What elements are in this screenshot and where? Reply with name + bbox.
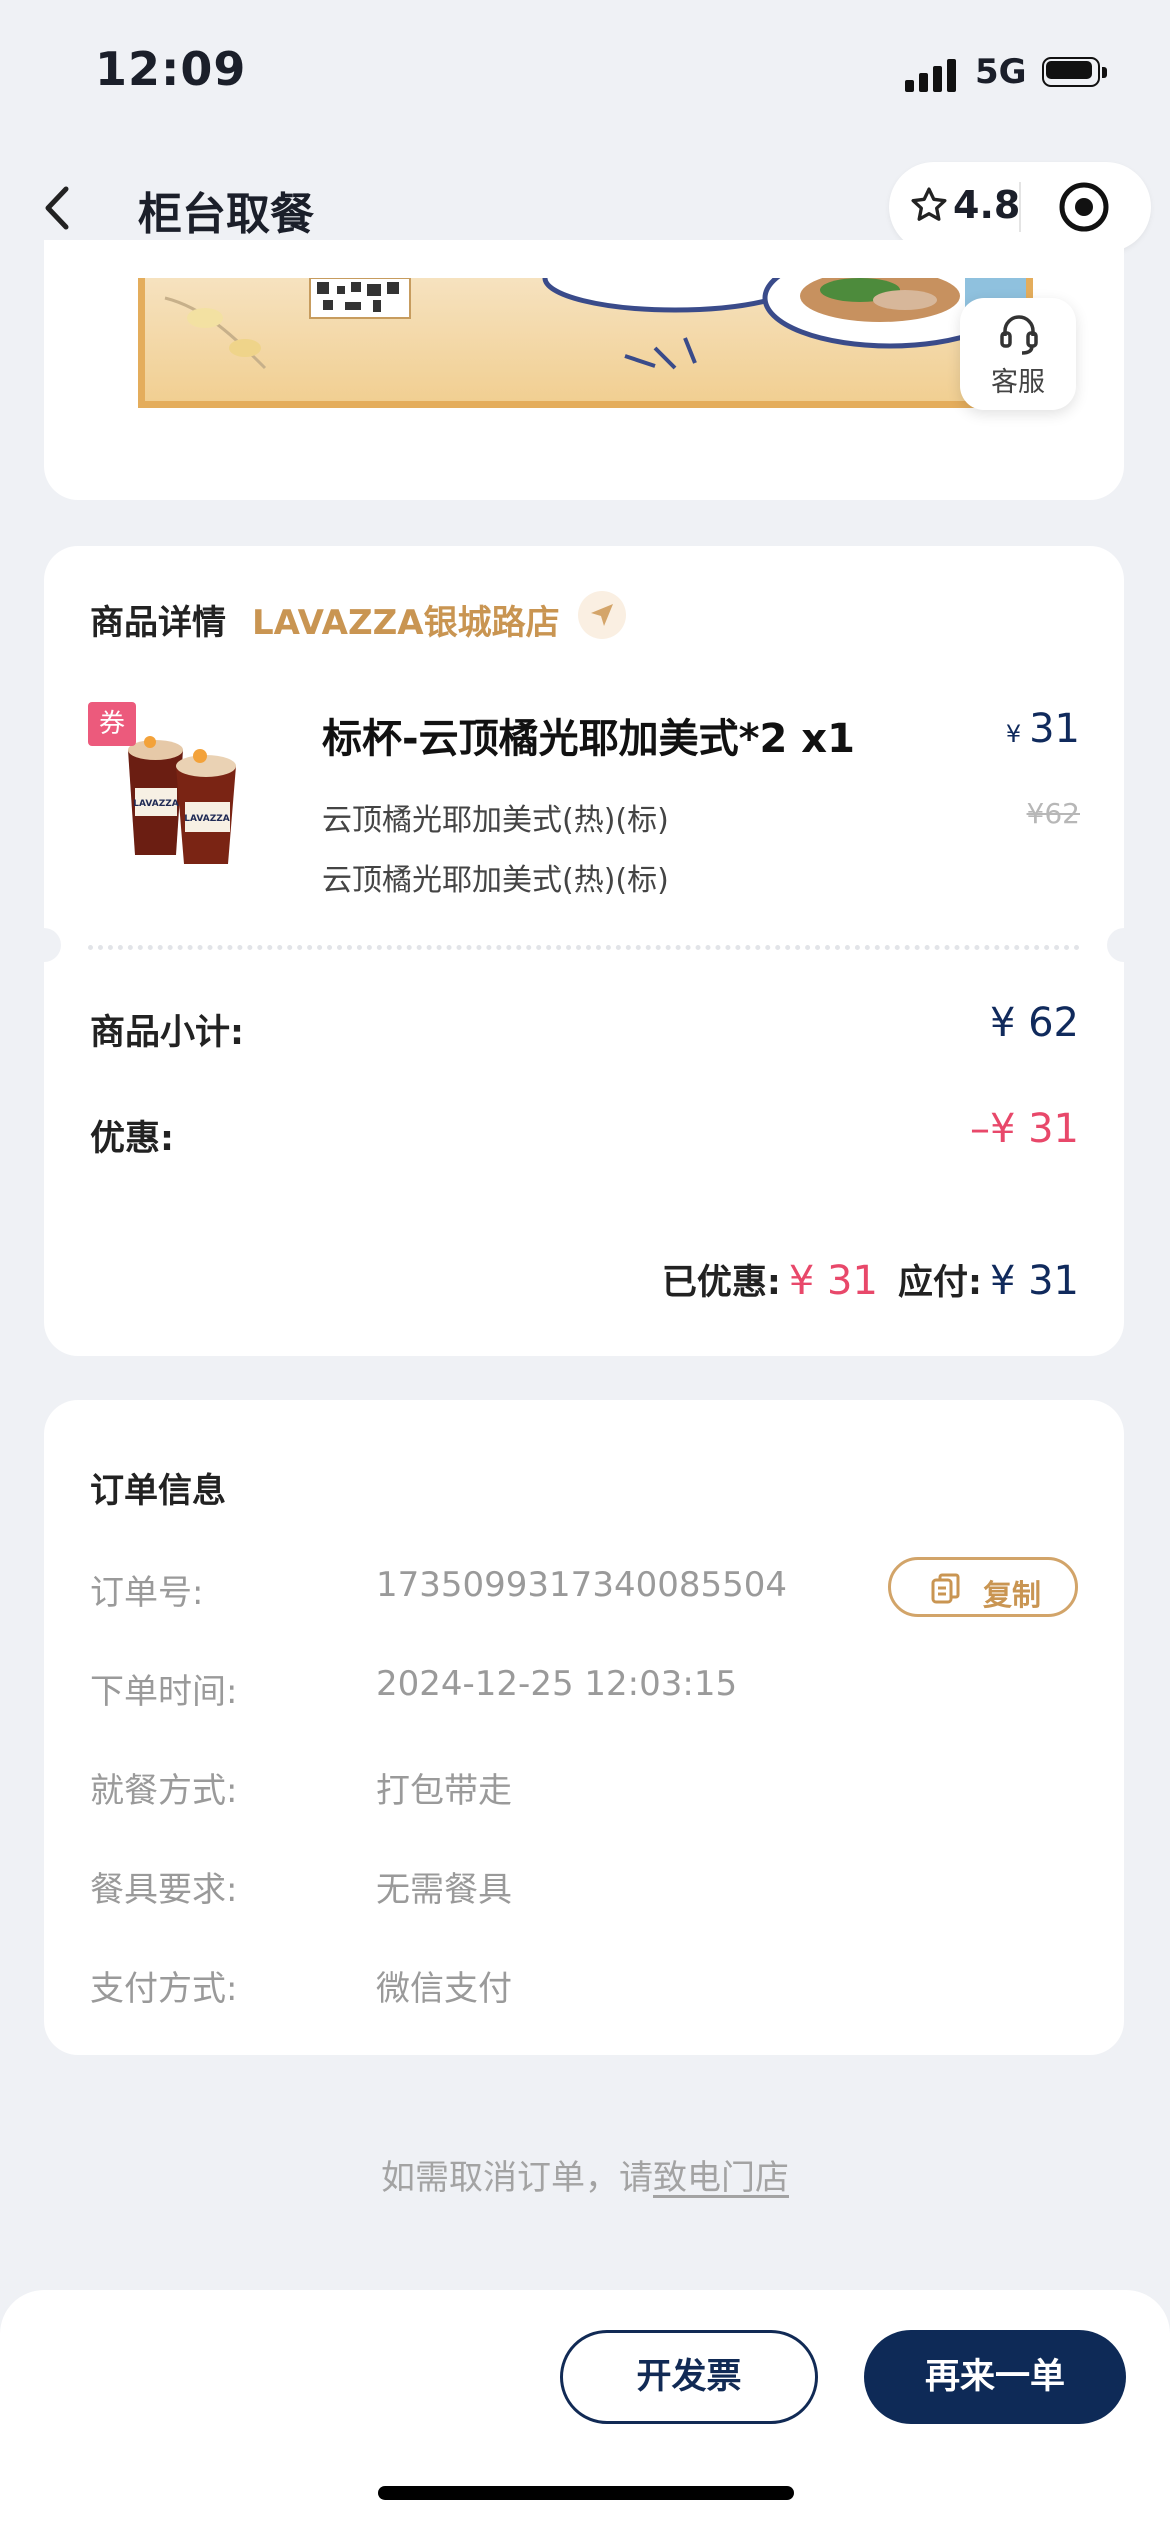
navigation-arrow-icon — [591, 604, 613, 626]
invoice-button[interactable]: 开发票 — [560, 2330, 818, 2424]
copy-label: 复制 — [983, 1578, 1042, 1612]
order-info-title: 订单信息 — [90, 1471, 226, 1511]
cutlery-value: 无需餐具 — [376, 1870, 512, 1910]
home-indicator — [378, 2486, 794, 2500]
cancel-note-text: 如需取消订单，请 — [381, 2158, 653, 2198]
page-title: 柜台取餐 — [138, 189, 314, 240]
copy-order-number-button[interactable]: 复制 — [888, 1557, 1078, 1617]
subtotal-value: ¥ 62 — [989, 1000, 1079, 1046]
customer-service-label: 客服 — [991, 367, 1045, 398]
discount-value: –¥ 31 — [969, 1106, 1079, 1152]
original-price: ¥62 — [1026, 797, 1080, 830]
call-store-link[interactable]: 致电门店 — [653, 2158, 789, 2198]
cancel-order-note: 如需取消订单，请致电门店 — [0, 2150, 1170, 2199]
product-name: 标杯-云顶橘光耶加美式*2 x1 — [322, 716, 855, 762]
product-option: 云顶橘光耶加美式(热)(标) — [322, 803, 669, 838]
capsule-divider — [1019, 182, 1021, 232]
reorder-button[interactable]: 再来一单 — [864, 2330, 1126, 2424]
order-number-label: 订单号: — [90, 1573, 204, 1613]
product-details-card — [44, 546, 1124, 1356]
dashed-divider — [88, 945, 1080, 950]
product-section-title: 商品详情 — [90, 603, 226, 643]
price-currency: ¥ — [1005, 720, 1022, 748]
customer-service-button[interactable]: 客服 — [960, 298, 1076, 410]
order-time-label: 下单时间: — [90, 1672, 238, 1712]
totals-summary: 已优惠: ¥ 31 应付: ¥ 31 — [662, 1254, 1079, 1305]
discount-label: 优惠: — [90, 1119, 174, 1159]
star-icon — [911, 187, 947, 221]
product-option: 云顶橘光耶加美式(热)(标) — [322, 863, 669, 898]
dining-mode-label: 就餐方式: — [90, 1771, 238, 1811]
product-price: ¥31 — [1006, 706, 1080, 752]
payment-method-value: 微信支付 — [376, 1969, 512, 2009]
coupon-badge: 券 — [88, 702, 136, 746]
payable-value: ¥ 31 — [989, 1258, 1079, 1304]
mini-program-capsule: 4.8 — [889, 162, 1151, 252]
svg-text:LAVAZZA: LAVAZZA — [133, 799, 178, 809]
status-time: 12:09 — [95, 42, 247, 96]
network-label: 5G — [975, 52, 1027, 92]
rating-value: 4.8 — [953, 183, 1021, 227]
card-notch-left — [27, 928, 61, 962]
back-arrow-icon[interactable] — [38, 183, 78, 233]
rating-button[interactable]: 4.8 — [909, 183, 1020, 227]
payment-method-label: 支付方式: — [90, 1969, 238, 2009]
payable-label: 应付: — [897, 1263, 982, 1303]
store-name[interactable]: LAVAZZA银城路店 — [252, 595, 560, 644]
order-time-value: 2024-12-25 12:03:15 — [376, 1664, 738, 1704]
cutlery-label: 餐具要求: — [90, 1870, 238, 1910]
headset-icon — [1000, 315, 1038, 355]
copy-icon — [931, 1573, 960, 1604]
saved-value: ¥ 31 — [788, 1258, 878, 1304]
signal-icon — [905, 58, 957, 92]
store-navigate-button[interactable] — [578, 591, 626, 639]
card-notch-right — [1107, 928, 1141, 962]
subtotal-label: 商品小计: — [90, 1013, 244, 1053]
saved-label: 已优惠: — [661, 1263, 781, 1303]
order-number-value: 1735099317340085504 — [376, 1565, 788, 1605]
svg-text:LAVAZZA: LAVAZZA — [184, 814, 229, 824]
promo-banner-image — [138, 278, 1033, 408]
price-amount: 31 — [1029, 706, 1080, 752]
close-target-icon[interactable] — [1057, 180, 1111, 234]
dining-mode-value: 打包带走 — [376, 1771, 512, 1811]
battery-icon — [1042, 57, 1108, 89]
